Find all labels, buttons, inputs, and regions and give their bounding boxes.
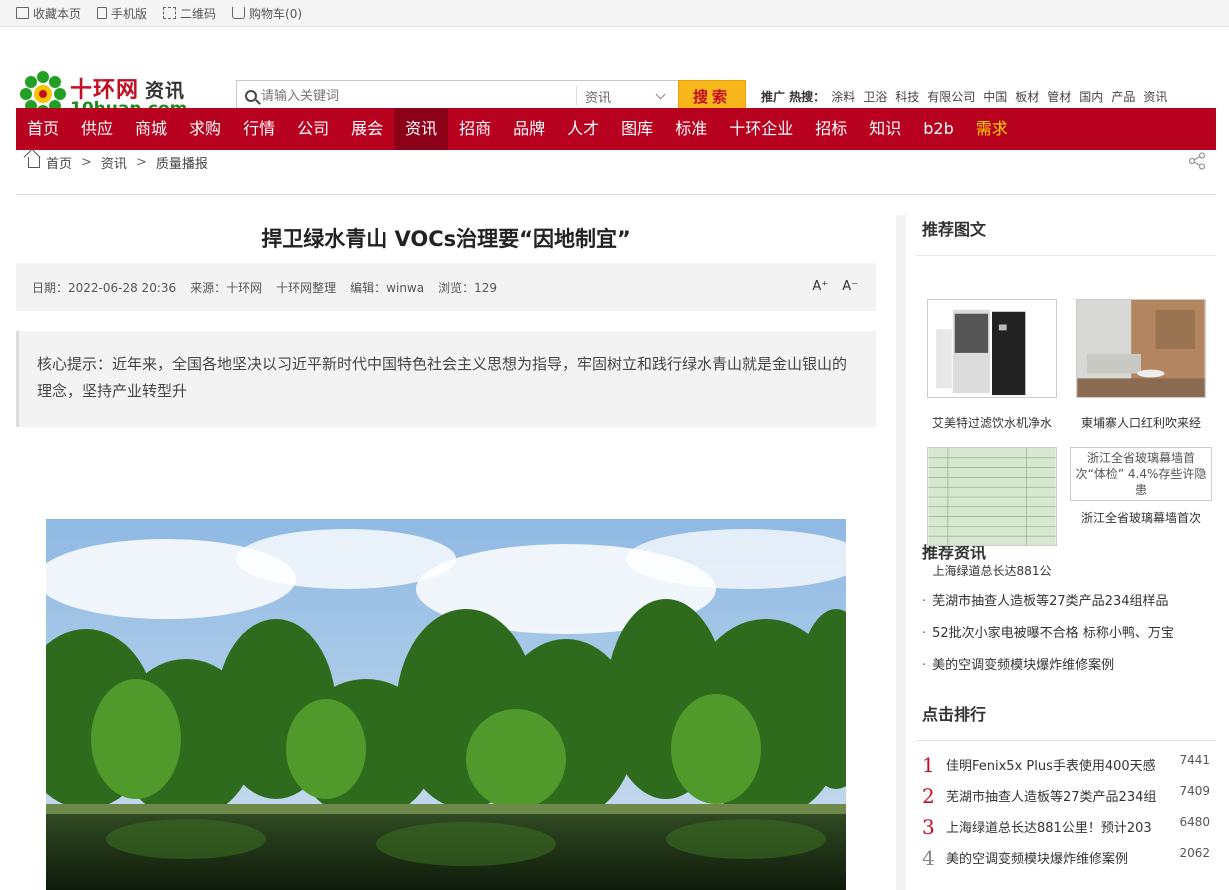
article: 捍卫绿水青山 VOCs治理要“因地制宜” 日期：2022-06-28 20:36… [16,215,876,427]
pic-card[interactable]: 東埔寨人口红利吹来经 [1076,299,1206,431]
hot-term[interactable]: 管材 [1047,88,1071,105]
font-increase-button[interactable]: A⁺ [812,279,828,294]
breadcrumb: 首页 > 资讯 > 质量播报 [28,153,208,172]
article-source-note: 十环网整理 [276,280,337,295]
column-divider [896,215,906,890]
rank-item[interactable]: 1 佳明Fenix5x Plus手表使用400天感 7441 [916,749,1216,780]
nav-item-company[interactable]: 公司 [286,108,340,150]
hot-term[interactable]: 产品 [1111,88,1135,105]
font-decrease-button[interactable]: A⁻ [842,279,858,294]
recommended-pics-title: 推荐图文 [922,220,987,239]
hot-term[interactable]: 资讯 [1143,88,1167,105]
breadcrumb-home[interactable]: 首页 [46,153,72,172]
nav-item-standard[interactable]: 标准 [664,108,718,150]
search-icon [245,90,257,102]
list-item[interactable]: 美的空调变频模块爆炸维修案例 [916,650,1216,682]
font-size-controls: A⁺ A⁻ [802,279,858,294]
broken-image: 浙江全省玻璃幕墙首次“体检” 4.4%存些许隐患 [1070,447,1212,501]
hot-term[interactable]: 板材 [1015,88,1039,105]
rank-item[interactable]: 4 美的空调变频模块爆炸维修案例 2062 [916,842,1216,873]
hot-term[interactable]: 国内 [1079,88,1103,105]
hot-term[interactable]: 中国 [983,88,1007,105]
article-summary: 核心提示：近年来，全国各地坚决以习近平新时代中国特色社会主义思想为指导，牢固树立… [16,331,876,427]
pic-card[interactable]: 浙江全省玻璃幕墙首次“体检” 4.4%存些许隐患 浙江全省玻璃幕墙首次 [1070,447,1212,526]
phone-icon [97,7,108,19]
nav-item-mall[interactable]: 商城 [124,108,178,150]
nav-item-b2b[interactable]: b2b [912,108,965,150]
rank-item[interactable]: 3 上海绿道总长达881公里！预计203 6480 [916,811,1216,842]
home-icon [28,156,40,168]
divider [16,194,1216,195]
nav-item-enterprise[interactable]: 十环企业 [718,108,804,150]
list-item[interactable]: 52批次小家电被曝不合格 标称小鸭、万宝 [916,618,1216,650]
bookmark-icon [16,7,29,19]
hot-search: 推广 热搜： 涂料 卫浴 科技 有限公司 中国 板材 管材 国内 产品 资讯 [761,88,1168,105]
nav-item-home[interactable]: 首页 [16,108,70,150]
pic-card[interactable]: 艾美特过滤饮水机净水 [927,299,1057,431]
water-dispenser-image [927,299,1057,398]
article-date: 日期：2022-06-28 20:36 [32,280,177,295]
hot-term[interactable]: 有限公司 [927,88,975,105]
bookmark-link[interactable]: 收藏本页 [16,5,81,22]
share-icon[interactable] [1188,152,1206,170]
nav-item-expo[interactable]: 展会 [340,108,394,150]
nav-item-brand[interactable]: 品牌 [502,108,556,150]
article-source: 来源：十环网 [190,280,263,295]
sidebar: 推荐图文 艾美特过滤饮水机净水 東埔寨人口红利吹来经 上海绿道总长达881公 浙… [916,215,1216,873]
list-item[interactable]: 芜湖市抽查人造板等27类产品234组样品 [916,586,1216,618]
recommended-news: 芜湖市抽查人造板等27类产品234组样品 52批次小家电被曝不合格 标称小鸭、万… [916,586,1216,682]
nav-item-invest[interactable]: 招商 [448,108,502,150]
article-photo [46,519,846,890]
chevron-down-icon [655,89,666,99]
nav-item-demand[interactable]: 需求 [965,108,1019,150]
living-room-image [1076,299,1206,398]
article-views: 浏览：129 [438,280,498,295]
breadcrumb-news[interactable]: 资讯 [101,153,127,172]
search-input[interactable] [261,88,576,104]
cart-link[interactable]: 购物车(0) [232,5,302,22]
nav-item-talent[interactable]: 人才 [556,108,610,150]
nav-item-supply[interactable]: 供应 [70,108,124,150]
nav-item-knowledge[interactable]: 知识 [858,108,912,150]
hot-term[interactable]: 卫浴 [863,88,887,105]
pic-card[interactable]: 上海绿道总长达881公 [927,447,1057,579]
nav-item-market[interactable]: 行情 [232,108,286,150]
main-nav: 首页 供应 商城 求购 行情 公司 展会 资讯 招商 品牌 人才 图库 标准 十… [16,108,1216,150]
ranking-title: 点击排行 [922,705,987,724]
nav-item-tender[interactable]: 招标 [804,108,858,150]
ranking-list: 1 佳明Fenix5x Plus手表使用400天感 7441 2 芜湖市抽查人造… [916,749,1216,873]
article-meta: 日期：2022-06-28 20:36 来源：十环网 十环网整理 编辑：winw… [16,263,876,311]
recommended-pics: 艾美特过滤饮水机净水 東埔寨人口红利吹来经 上海绿道总长达881公 浙江全省玻璃… [916,256,1216,578]
article-editor: 编辑：winwa [350,280,425,295]
nav-item-news[interactable]: 资讯 [394,108,449,150]
header: 十环网资讯 10huan.com 资讯 搜索 推广 热搜： 涂料 卫浴 科技 有… [0,27,1229,119]
hot-term[interactable]: 涂料 [831,88,855,105]
table-document-image [927,447,1057,546]
rank-item[interactable]: 2 芜湖市抽查人造板等27类产品234组 7409 [916,780,1216,811]
article-title: 捍卫绿水青山 VOCs治理要“因地制宜” [261,227,631,251]
cart-icon [232,7,246,19]
nav-item-buy[interactable]: 求购 [178,108,232,150]
top-utility-bar: 收藏本页 手机版 二维码 购物车(0) [0,0,1229,27]
mobile-link[interactable]: 手机版 [97,5,147,22]
hot-term[interactable]: 科技 [895,88,919,105]
breadcrumb-quality[interactable]: 质量播报 [156,153,208,172]
search-category-select[interactable]: 资讯 [576,86,672,106]
nav-item-gallery[interactable]: 图库 [610,108,664,150]
qr-code-icon [163,7,177,19]
qr-code-link[interactable]: 二维码 [163,5,216,22]
